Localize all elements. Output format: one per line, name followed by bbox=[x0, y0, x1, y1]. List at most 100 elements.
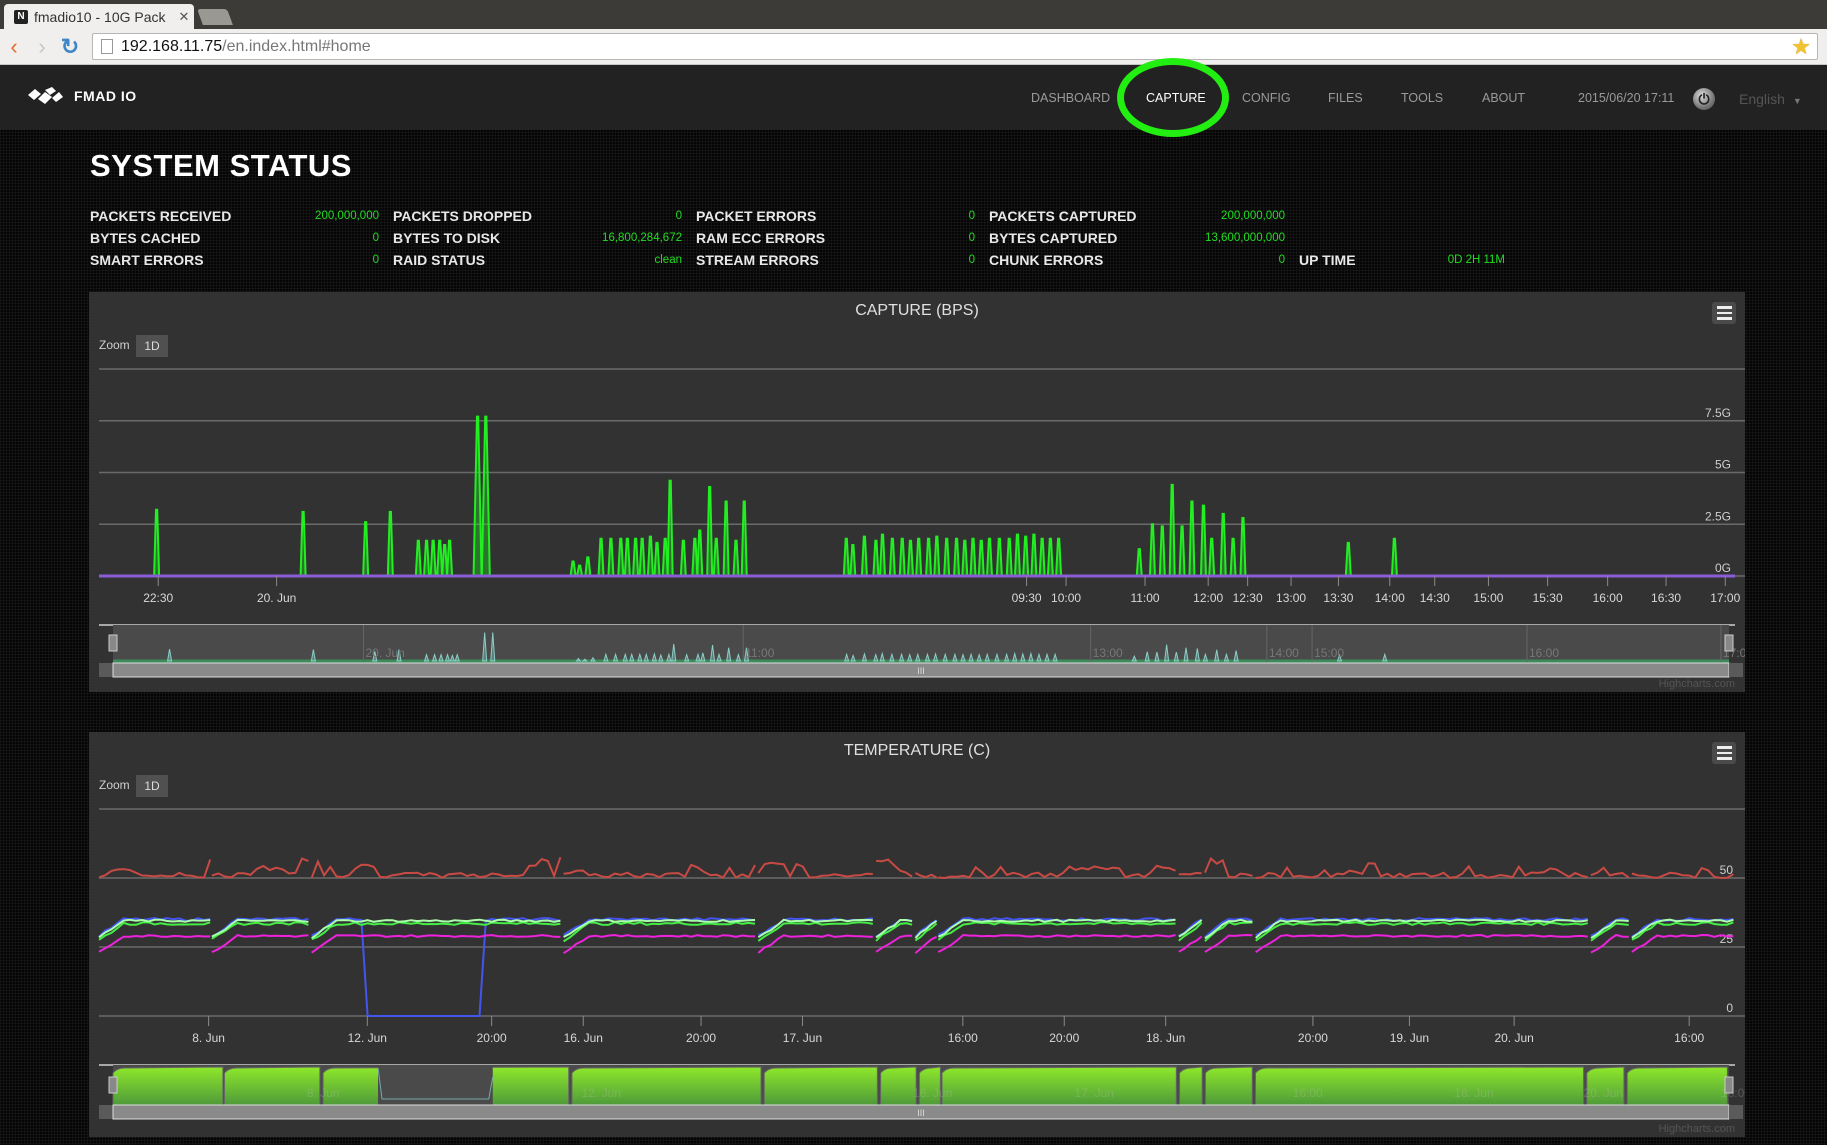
capture-spike bbox=[1005, 537, 1013, 577]
series-line bbox=[1255, 921, 1589, 942]
reload-icon[interactable]: ↻ bbox=[58, 34, 82, 60]
address-bar[interactable]: 192.168.11.75/en.index.html#home ★ bbox=[92, 33, 1818, 60]
capture-spike bbox=[722, 500, 730, 577]
capture-spike bbox=[1055, 537, 1063, 577]
series-line bbox=[563, 933, 756, 955]
scrollbar-left-arrow[interactable] bbox=[99, 663, 113, 677]
nav-about[interactable]: ABOUT bbox=[1482, 91, 1525, 105]
x-tick-label: 10:00 bbox=[1051, 591, 1081, 605]
capture-spike bbox=[584, 556, 592, 577]
capture-spike bbox=[1344, 541, 1352, 577]
x-tick-label: 14:30 bbox=[1420, 591, 1450, 605]
capture-spike bbox=[977, 539, 985, 577]
navigator-right-handle[interactable] bbox=[1724, 634, 1734, 652]
scrollbar-right-arrow[interactable] bbox=[1729, 663, 1743, 677]
stat-label: RAID STATUS bbox=[393, 252, 486, 268]
navigator-label: 8. Jun bbox=[307, 1086, 340, 1100]
y-tick-label: 0 bbox=[1726, 1001, 1733, 1015]
navigator-right-handle[interactable] bbox=[1724, 1076, 1734, 1094]
nav-config[interactable]: CONFIG bbox=[1242, 91, 1291, 105]
capture-chart-svg: 0G 2.5G 5G 7.5G 22:30 20. Jun 09:30 10:00 11:00 1… bbox=[99, 368, 1745, 678]
series-line bbox=[211, 934, 309, 954]
stat-label: BYTES CAPTURED bbox=[989, 230, 1118, 246]
navigator-area bbox=[1204, 1066, 1253, 1106]
stat-value: 200,000,000 bbox=[1221, 210, 1285, 222]
capture-spike bbox=[646, 535, 654, 577]
scrollbar-grip-icon[interactable]: III bbox=[917, 666, 925, 676]
x-tick-label: 16:00 bbox=[1593, 591, 1623, 605]
language-select[interactable]: English ▼ bbox=[1739, 91, 1802, 107]
site-favicon-icon: N bbox=[14, 9, 28, 24]
nav-dashboard[interactable]: DASHBOARD bbox=[1031, 91, 1110, 105]
scrollbar-left-arrow[interactable] bbox=[99, 1105, 113, 1119]
series-line bbox=[757, 861, 873, 879]
capture-spike bbox=[943, 537, 951, 577]
series-line bbox=[1178, 919, 1203, 938]
stat-label: PACKETS RECEIVED bbox=[90, 208, 232, 224]
x-tick-label: 16:00 bbox=[948, 1031, 978, 1045]
series-line bbox=[876, 858, 913, 878]
stat-value: 0 bbox=[675, 210, 682, 222]
capture-spike bbox=[860, 535, 868, 577]
navigator-label: 15:00 bbox=[1314, 646, 1344, 660]
navigator-area bbox=[1626, 1066, 1728, 1106]
capture-spike bbox=[1390, 537, 1398, 577]
capture-spike bbox=[623, 537, 631, 577]
nav-tools[interactable]: TOOLS bbox=[1401, 91, 1443, 105]
capture-spike bbox=[153, 508, 161, 577]
series-line bbox=[310, 856, 562, 879]
chevron-down-icon: ▼ bbox=[1792, 96, 1802, 106]
power-icon[interactable]: ⏻ bbox=[1693, 88, 1715, 110]
sensor-red-series bbox=[98, 856, 1734, 880]
back-arrow-icon[interactable]: ‹ bbox=[2, 34, 26, 60]
series-line bbox=[937, 933, 1176, 953]
series-line bbox=[914, 872, 938, 879]
temperature-chart-panel: TEMPERATURE (C) Zoom 1D 0 25 50 8. Jun 12. J… bbox=[89, 732, 1745, 1137]
series-line bbox=[757, 933, 873, 954]
stat-value: 0 bbox=[968, 210, 975, 222]
x-tick-label: 22:30 bbox=[143, 591, 173, 605]
tab-close-icon[interactable]: ✕ bbox=[174, 9, 194, 25]
capture-spike bbox=[1219, 512, 1227, 577]
series-line bbox=[98, 859, 212, 879]
stat-label: PACKETS DROPPED bbox=[393, 208, 532, 224]
bookmark-star-icon[interactable]: ★ bbox=[1791, 34, 1811, 59]
browser-tab[interactable]: N fmadio10 - 10G Pack ✕ bbox=[4, 4, 194, 29]
stat-value: 13,600,000,000 bbox=[1205, 232, 1285, 244]
stat-value: clean bbox=[654, 254, 683, 266]
app-header: FMAD IO DASHBOARD CAPTURE CONFIG FILES T… bbox=[0, 65, 1827, 130]
capture-spike bbox=[679, 539, 687, 577]
page-title: SYSTEM STATUS bbox=[90, 148, 352, 183]
capture-spike bbox=[575, 564, 584, 577]
stat-label: RAM ECC ERRORS bbox=[696, 230, 826, 246]
chart-credits[interactable]: Highcharts.com bbox=[1659, 1123, 1735, 1135]
capture-spike bbox=[1168, 483, 1176, 577]
x-tick-label: 09:30 bbox=[1012, 591, 1042, 605]
forward-arrow-icon[interactable]: › bbox=[30, 34, 54, 60]
chart-credits[interactable]: Highcharts.com bbox=[1659, 678, 1735, 690]
nav-files[interactable]: FILES bbox=[1328, 91, 1363, 105]
browser-toolbar: ‹ › ↻ 192.168.11.75/en.index.html#home ★ bbox=[0, 29, 1827, 65]
capture-spike bbox=[597, 537, 605, 577]
capture-spike bbox=[732, 539, 740, 577]
new-tab-button[interactable] bbox=[197, 9, 233, 25]
stat-value: 0 bbox=[968, 232, 975, 244]
logo[interactable]: FMAD IO bbox=[26, 87, 137, 105]
capture-spike bbox=[653, 541, 661, 577]
capture-spike bbox=[888, 537, 896, 577]
capture-spike bbox=[414, 539, 422, 577]
scrollbar-right-arrow[interactable] bbox=[1729, 1105, 1743, 1119]
navigator-left-handle[interactable] bbox=[108, 1076, 118, 1094]
navigator-label: 13:00 bbox=[1093, 646, 1123, 660]
capture-spike bbox=[617, 537, 625, 577]
capture-spike bbox=[906, 539, 915, 577]
highlight-annotation-ring bbox=[1117, 58, 1229, 137]
scrollbar-grip-icon[interactable]: III bbox=[917, 1108, 925, 1118]
navigator-area bbox=[112, 1066, 224, 1106]
x-tick-label: 12:00 bbox=[1193, 591, 1223, 605]
series-line bbox=[563, 863, 756, 879]
navigator-label: 16:00 bbox=[1293, 1086, 1323, 1100]
capture-spike bbox=[1199, 504, 1207, 577]
navigator-area bbox=[763, 1066, 878, 1106]
navigator-left-handle[interactable] bbox=[108, 634, 118, 652]
